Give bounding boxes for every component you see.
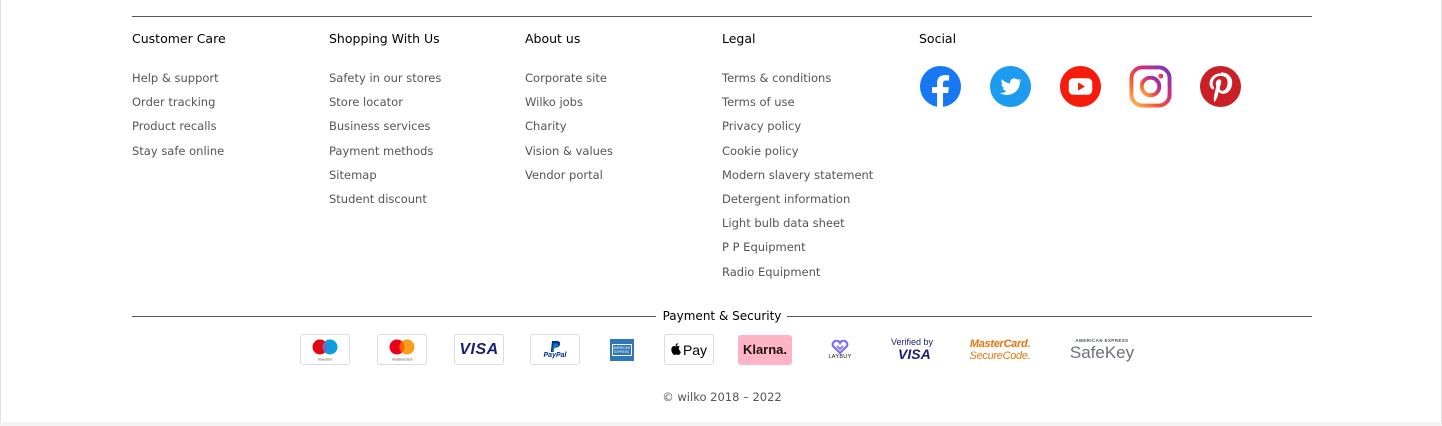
footer-column-shopping: Shopping With Us Safety in our stores St… — [329, 31, 441, 211]
site-footer: Customer Care Help & support Order track… — [0, 0, 1442, 422]
footer-link-terms-conditions[interactable]: Terms & conditions — [722, 66, 873, 90]
svg-text:mastercard: mastercard — [392, 357, 412, 362]
instagram-icon[interactable] — [1129, 65, 1172, 108]
footer-link-help-support[interactable]: Help & support — [132, 66, 226, 90]
apple-icon — [671, 343, 681, 356]
klarna-label: Klarna. — [742, 342, 788, 357]
mastercard-securecode-badge: MasterCard. SecureCode. — [965, 334, 1035, 365]
maestro-badge: maestro — [300, 334, 350, 365]
footer-link-cookie-policy[interactable]: Cookie policy — [722, 139, 873, 163]
twitter-icon[interactable] — [989, 65, 1032, 108]
apple-pay-badge: Pay — [664, 334, 714, 365]
footer-link-vision-values[interactable]: Vision & values — [525, 139, 613, 163]
divider — [132, 316, 656, 317]
verified-by-visa-badge: Verified by VISA — [886, 334, 940, 365]
svg-text:maestro: maestro — [318, 357, 333, 362]
payment-security-title: Payment & Security — [662, 309, 782, 323]
footer-link-terms-of-use[interactable]: Terms of use — [722, 90, 873, 114]
laybuy-heart-icon — [831, 339, 849, 354]
footer-link-modern-slavery[interactable]: Modern slavery statement — [722, 163, 873, 187]
safekey-label: SafeKey — [1069, 342, 1135, 362]
footer-link-product-recalls[interactable]: Product recalls — [132, 114, 226, 138]
column-title: Customer Care — [132, 31, 226, 46]
laybuy-label: LAYBUY — [828, 353, 852, 360]
mastercard-badge: mastercard — [377, 334, 427, 365]
visa-label: VISA — [459, 340, 499, 358]
footer-link-payment-methods[interactable]: Payment methods — [329, 139, 441, 163]
footer-link-light-bulb[interactable]: Light bulb data sheet — [722, 211, 873, 235]
column-title: About us — [525, 31, 581, 46]
amex-label: AMERICAN EXPRESS — [611, 343, 632, 356]
facebook-icon[interactable] — [919, 65, 962, 108]
footer-link-stay-safe-online[interactable]: Stay safe online — [132, 139, 226, 163]
payment-security-header: Payment & Security — [132, 308, 1312, 324]
footer-link-order-tracking[interactable]: Order tracking — [132, 90, 226, 114]
footer-link-student-discount[interactable]: Student discount — [329, 187, 441, 211]
top-divider — [132, 16, 1312, 17]
klarna-badge: Klarna. — [738, 334, 792, 365]
footer-column-about: About us Corporate site Wilko jobs Chari… — [525, 31, 613, 187]
footer-column-social: Social — [919, 31, 956, 47]
footer-link-corporate-site[interactable]: Corporate site — [525, 66, 613, 90]
social-links — [919, 65, 1242, 108]
footer-link-store-locator[interactable]: Store locator — [329, 90, 441, 114]
footer-link-vendor-portal[interactable]: Vendor portal — [525, 163, 613, 187]
column-title: Social — [919, 31, 957, 46]
securecode-line2: SecureCode. — [969, 349, 1031, 362]
footer-link-pp-equipment[interactable]: P P Equipment — [722, 235, 873, 259]
paypal-badge: PayPal — [530, 334, 580, 365]
securecode-line1: MasterCard. — [969, 337, 1031, 350]
footer-link-radio-equipment[interactable]: Radio Equipment — [722, 260, 873, 284]
visa-badge: VISA — [454, 334, 504, 365]
copyright: © wilko 2018 – 2022 — [662, 390, 782, 404]
footer-link-charity[interactable]: Charity — [525, 114, 613, 138]
footer-link-safety-stores[interactable]: Safety in our stores — [329, 66, 441, 90]
footer-column-customer-care: Customer Care Help & support Order track… — [132, 31, 226, 163]
verified-visa-label: VISA — [898, 346, 931, 362]
footer-link-business-services[interactable]: Business services — [329, 114, 441, 138]
column-title: Legal — [722, 31, 756, 46]
youtube-icon[interactable] — [1059, 65, 1102, 108]
apple-pay-label: Pay — [682, 341, 708, 358]
footer-link-wilko-jobs[interactable]: Wilko jobs — [525, 90, 613, 114]
footer-link-sitemap[interactable]: Sitemap — [329, 163, 441, 187]
footer-column-legal: Legal Terms & conditions Terms of use Pr… — [722, 31, 873, 284]
divider — [787, 316, 1312, 317]
footer-link-detergent-info[interactable]: Detergent information — [722, 187, 873, 211]
laybuy-badge: LAYBUY — [823, 334, 857, 365]
footer-link-privacy-policy[interactable]: Privacy policy — [722, 114, 873, 138]
amex-safekey-badge: AMERICAN EXPRESS SafeKey — [1063, 334, 1141, 365]
pinterest-icon[interactable] — [1199, 65, 1242, 108]
paypal-label: PayPal — [543, 352, 567, 359]
amex-badge: AMERICAN EXPRESS — [609, 334, 634, 365]
column-title: Shopping With Us — [329, 31, 440, 46]
